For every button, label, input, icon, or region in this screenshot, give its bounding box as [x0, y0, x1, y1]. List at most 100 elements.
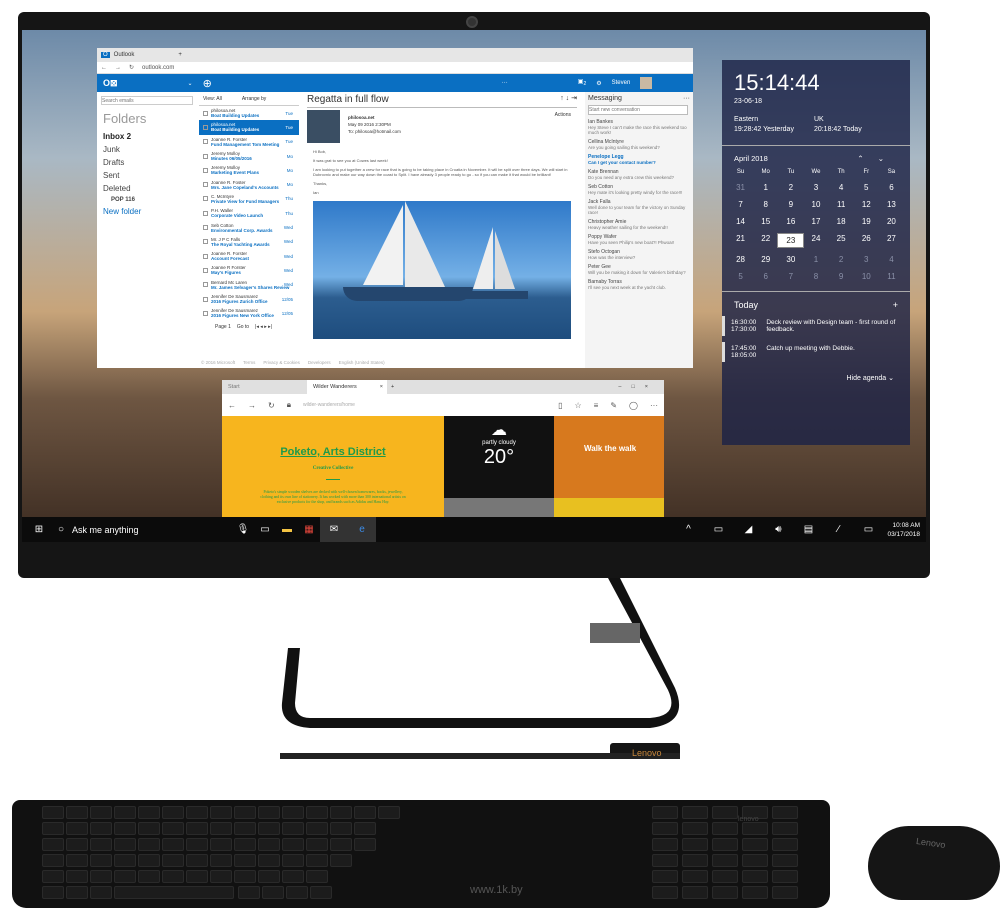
search-box[interactable]: Ask me anything	[72, 525, 232, 535]
checkbox[interactable]	[203, 167, 208, 173]
note-icon[interactable]: ✎	[610, 401, 617, 410]
calendar-day[interactable]: 11	[879, 272, 904, 281]
agenda-item[interactable]: 17:45:00 18:05:00 Catch up meeting with De…	[722, 342, 910, 362]
checkbox[interactable]	[203, 124, 208, 130]
new-mail-icon[interactable]: ⊕	[203, 77, 212, 90]
checkbox[interactable]	[203, 310, 208, 316]
conversation-item[interactable]: Jack Falla Well done to your team for the…	[588, 199, 690, 215]
calendar-day[interactable]: 16	[778, 217, 803, 226]
calendar-day[interactable]: 18	[829, 217, 854, 226]
chat-icon[interactable]: ▣2	[578, 78, 586, 87]
checkbox[interactable]	[203, 267, 208, 273]
favorite-star-icon[interactable]: ☆	[575, 401, 582, 410]
arrange-by[interactable]: Arrange by	[242, 96, 266, 102]
calendar-day[interactable]: 14	[728, 217, 753, 226]
calendar-day[interactable]: 22	[753, 234, 778, 247]
address-bar[interactable]: wilder-wanderers/home	[303, 402, 546, 408]
calendar-day[interactable]: 25	[829, 234, 854, 247]
pen-icon[interactable]: ∕	[827, 524, 849, 535]
calendar-day[interactable]: 4	[879, 255, 904, 264]
checkbox[interactable]	[203, 139, 208, 145]
calendar-day[interactable]: 2	[829, 255, 854, 264]
checkbox[interactable]	[203, 153, 208, 159]
close-tab-icon[interactable]: ×	[380, 384, 387, 390]
email-row[interactable]: P.H. Waller Corporate Video Launch Thu	[199, 206, 299, 220]
checkbox[interactable]	[203, 110, 208, 116]
calendar-day[interactable]: 5	[728, 272, 753, 281]
footer-link[interactable]: © 2016 Microsoft	[201, 360, 235, 365]
chevron-up-icon[interactable]: ^	[677, 524, 699, 535]
folder-item[interactable]: Drafts	[103, 158, 193, 167]
forward-icon[interactable]: →	[248, 401, 256, 410]
actions-menu[interactable]: Actions	[555, 112, 571, 118]
more-icon[interactable]: ···	[650, 401, 658, 410]
conversation-item[interactable]: Poppy Wafer Have you seen Philip's new bo…	[588, 234, 690, 245]
new-conversation-input[interactable]	[588, 105, 688, 115]
calendar-day[interactable]: 6	[753, 272, 778, 281]
walk-tile[interactable]: Walk the walk	[554, 416, 664, 498]
calendar-day-today[interactable]: 23	[777, 233, 805, 248]
conversation-item[interactable]: Christopher Amie Heavy weather sailing fo…	[588, 219, 690, 230]
hero-title[interactable]: Poketo, Arts District	[222, 446, 444, 458]
calendar-day[interactable]: 7	[778, 272, 803, 281]
folder-item[interactable]: POP 116	[103, 197, 193, 203]
calendar-day[interactable]: 6	[879, 183, 904, 192]
calendar-day[interactable]: 7	[728, 200, 753, 209]
refresh-icon[interactable]: ↻	[129, 64, 134, 71]
task-view-icon[interactable]: ▭	[254, 524, 276, 535]
edge-icon[interactable]: e	[348, 517, 376, 542]
calendar-day[interactable]: 27	[879, 234, 904, 247]
hub-icon[interactable]: ≡	[594, 401, 599, 410]
more-icon[interactable]: ···	[683, 95, 690, 102]
calendar-day[interactable]: 9	[829, 272, 854, 281]
window-controls[interactable]: –□×	[618, 384, 664, 390]
checkbox[interactable]	[203, 239, 208, 245]
calendar-day[interactable]: 11	[829, 200, 854, 209]
calendar-day[interactable]: 1	[753, 183, 778, 192]
calendar-day[interactable]: 28	[728, 255, 753, 264]
calendar-day[interactable]: 19	[854, 217, 879, 226]
share-icon[interactable]: ◯	[629, 401, 638, 410]
new-tab-icon[interactable]: +	[387, 384, 394, 390]
conversation-item[interactable]: Seb Cotton Hey mate it's looking pretty w…	[588, 184, 690, 195]
battery-icon[interactable]: ▭	[707, 524, 729, 535]
user-name[interactable]: Steven	[612, 80, 631, 86]
email-row[interactable]: Joanne R Forster May's Figures Wed	[199, 263, 299, 277]
folder-item[interactable]: Sent	[103, 171, 193, 180]
nav-arrows[interactable]: ↑ ↓ ⇥	[560, 94, 577, 105]
agenda-item[interactable]: 16:30:00 17:30:00 Deck review with Design …	[722, 316, 910, 336]
gear-icon[interactable]: ⚙	[596, 80, 601, 87]
browser-tab[interactable]: Outlook	[114, 52, 135, 58]
month-nav[interactable]: ⌃⌄	[857, 154, 898, 163]
mail-icon[interactable]: ✉	[320, 517, 348, 542]
back-icon[interactable]: ←	[101, 65, 107, 71]
calendar-day[interactable]: 29	[753, 255, 778, 264]
weather-tile[interactable]: ☁ partly cloudy 20°	[444, 416, 554, 498]
view-all-filter[interactable]: View: All	[203, 96, 222, 102]
conversation-item[interactable]: Penelope Legg Can I get your contact numb…	[588, 154, 690, 165]
checkbox[interactable]	[203, 225, 208, 231]
email-row[interactable]: C. McIntyre Private View for Fund Manager…	[199, 192, 299, 206]
email-row[interactable]: philosoa.net Boat Building Updates Tue	[199, 120, 299, 135]
clock[interactable]: 10:08 AM 03/17/2018	[887, 521, 926, 539]
cortana-icon[interactable]: ○	[50, 524, 72, 535]
conversation-item[interactable]: Kate Brennan Do you need any extra crew t…	[588, 169, 690, 180]
email-row[interactable]: Joanne R. Forster Fund Management Tom Mee…	[199, 135, 299, 149]
volume-icon[interactable]: 🔊︎	[767, 524, 789, 535]
more-icon[interactable]: ···	[502, 80, 508, 86]
photo-tile[interactable]	[444, 498, 554, 517]
tab-active[interactable]: Wilder Wanderers ×	[307, 380, 387, 394]
tab-start[interactable]: Start	[222, 384, 307, 390]
refresh-icon[interactable]: ↻	[268, 401, 275, 410]
calendar-day[interactable]: 17	[803, 217, 828, 226]
checkbox[interactable]	[203, 296, 208, 302]
conversation-item[interactable]: Peter Gee Will you be making it down for …	[588, 264, 690, 275]
pager-arrows[interactable]: |◂ ◂ ▸ ▸|	[255, 324, 272, 330]
calendar-day[interactable]: 10	[854, 272, 879, 281]
calendar-day[interactable]: 3	[803, 183, 828, 192]
calendar-day[interactable]: 13	[879, 200, 904, 209]
calendar-day[interactable]: 20	[879, 217, 904, 226]
checkbox[interactable]	[203, 182, 208, 188]
folder-item[interactable]: Inbox 2	[103, 132, 193, 141]
email-row[interactable]: Jeremy Molloy Marketing Event Plans Mo	[199, 163, 299, 177]
